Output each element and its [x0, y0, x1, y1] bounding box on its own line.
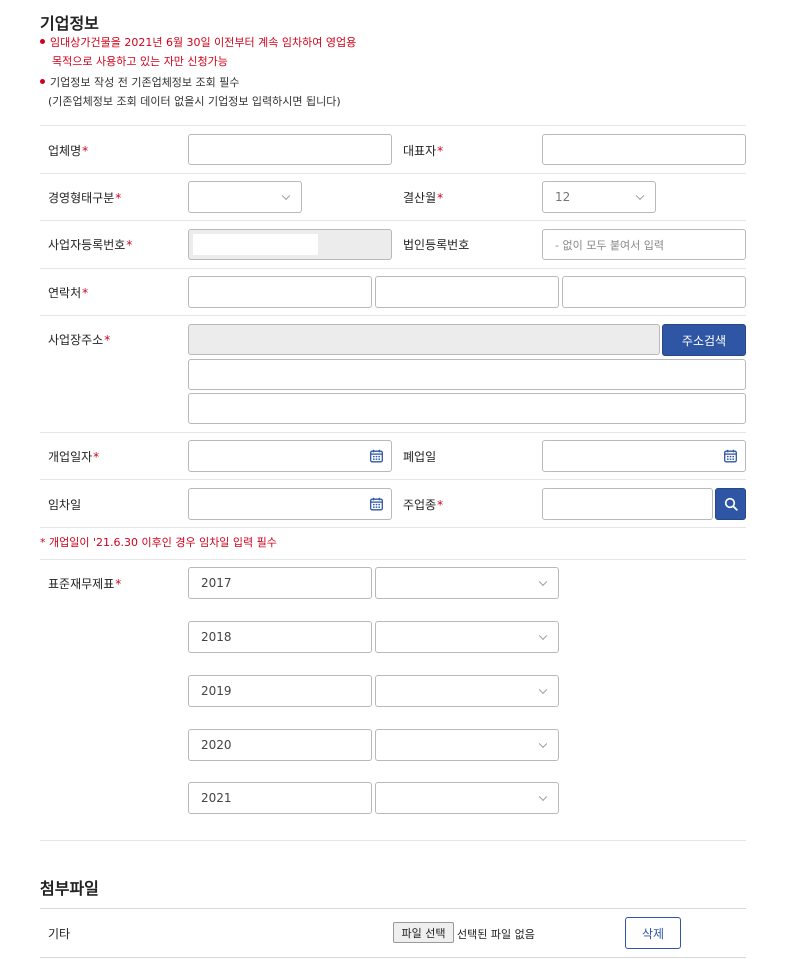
- section-title-attachments: 첨부파일: [40, 879, 99, 898]
- lease-date-warning: * 개업일이 '21.6.30 이후인 경우 임차일 입력 필수: [40, 536, 277, 549]
- address-input-2[interactable]: [188, 393, 746, 424]
- financial-year-2019: 2019: [188, 675, 372, 707]
- search-icon: [724, 497, 738, 511]
- close-date-input[interactable]: [542, 440, 746, 472]
- financial-year-2017: 2017: [188, 567, 372, 599]
- divider: [40, 908, 746, 909]
- contact-input-1[interactable]: [188, 276, 372, 308]
- divider: [40, 957, 746, 958]
- notice-1: 임대상가건물을 2021년 6월 30일 이전부터 계속 임차하여 영업용: [40, 34, 356, 52]
- label-corp-reg-no: 법인등록번호: [403, 238, 470, 252]
- masked-value: [193, 234, 318, 255]
- chevron-down-icon: [538, 631, 548, 641]
- open-date-input[interactable]: [188, 440, 392, 472]
- address-search-button[interactable]: 주소검색: [662, 324, 746, 356]
- notice-2: 기업정보 작성 전 기존업체정보 조회 필수: [40, 74, 240, 92]
- chevron-down-icon: [281, 191, 291, 201]
- chevron-down-icon: [538, 739, 548, 749]
- divider: [40, 315, 746, 316]
- section-title-company: 기업정보: [40, 14, 99, 33]
- notice-2-line2: (기존업체정보 조회 데이터 없을시 기업정보 입력하시면 됩니다): [48, 95, 341, 108]
- label-ceo: 대표자*: [403, 144, 444, 158]
- financial-year-2021: 2021: [188, 782, 372, 814]
- financial-year-2018: 2018: [188, 621, 372, 653]
- bullet-icon: [40, 39, 45, 44]
- label-close-date: 폐업일: [403, 450, 437, 464]
- financial-select-2017[interactable]: [375, 567, 559, 599]
- label-biz-reg-no: 사업자등록번호*: [48, 238, 133, 252]
- settle-month-select[interactable]: 12: [542, 181, 656, 213]
- corp-reg-no-input[interactable]: - 없이 모두 붙여서 입력: [542, 229, 746, 260]
- postcode-input[interactable]: [188, 324, 660, 355]
- biz-reg-no-input[interactable]: [188, 229, 392, 260]
- divider: [40, 173, 746, 174]
- notice-1-line2: 목적으로 사용하고 있는 자만 신청가능: [52, 55, 228, 68]
- label-settle-month: 결산월*: [403, 191, 444, 205]
- notice-1-line1: 임대상가건물을 2021년 6월 30일 이전부터 계속 임차하여 영업용: [50, 36, 357, 49]
- calendar-icon[interactable]: [370, 449, 383, 463]
- label-financial: 표준재무제표*: [48, 577, 122, 591]
- settle-month-value: 12: [555, 190, 571, 204]
- divider: [40, 125, 746, 126]
- financial-select-2020[interactable]: [375, 729, 559, 761]
- lease-date-input[interactable]: [188, 488, 392, 520]
- label-lease-date: 임차일: [48, 498, 82, 512]
- divider: [40, 559, 746, 560]
- financial-year-2020: 2020: [188, 729, 372, 761]
- delete-button[interactable]: 삭제: [625, 917, 681, 949]
- divider: [40, 220, 746, 221]
- main-industry-input[interactable]: [542, 488, 713, 520]
- corp-reg-no-placeholder: - 없이 모두 붙여서 입력: [555, 238, 665, 252]
- contact-input-2[interactable]: [375, 276, 559, 308]
- calendar-icon[interactable]: [370, 497, 383, 511]
- label-biz-type: 경영형태구분*: [48, 191, 122, 205]
- chevron-down-icon: [538, 577, 548, 587]
- calendar-icon[interactable]: [724, 449, 737, 463]
- divider: [40, 268, 746, 269]
- chevron-down-icon: [538, 792, 548, 802]
- label-open-date: 개업일자*: [48, 450, 100, 464]
- financial-select-2019[interactable]: [375, 675, 559, 707]
- chevron-down-icon: [538, 685, 548, 695]
- chevron-down-icon: [635, 191, 645, 201]
- file-select-button[interactable]: 파일 선택: [393, 922, 454, 943]
- financial-select-2018[interactable]: [375, 621, 559, 653]
- industry-search-button[interactable]: [715, 488, 746, 520]
- divider: [40, 479, 746, 480]
- label-main-industry: 주업종*: [403, 498, 444, 512]
- divider: [40, 840, 746, 841]
- label-contact: 연락처*: [48, 286, 89, 300]
- label-company-name: 업체명*: [48, 144, 89, 158]
- bullet-icon: [40, 79, 45, 84]
- ceo-input[interactable]: [542, 134, 746, 165]
- divider: [40, 432, 746, 433]
- financial-select-2021[interactable]: [375, 782, 559, 814]
- company-name-input[interactable]: [188, 134, 392, 165]
- divider: [40, 527, 746, 528]
- address-input-1[interactable]: [188, 359, 746, 390]
- label-address: 사업장주소*: [48, 333, 111, 347]
- contact-input-3[interactable]: [562, 276, 746, 308]
- no-file-text: 선택된 파일 없음: [457, 928, 535, 941]
- notice-2-line1: 기업정보 작성 전 기존업체정보 조회 필수: [50, 76, 240, 89]
- label-etc: 기타: [48, 927, 71, 941]
- biz-type-select[interactable]: [188, 181, 302, 213]
